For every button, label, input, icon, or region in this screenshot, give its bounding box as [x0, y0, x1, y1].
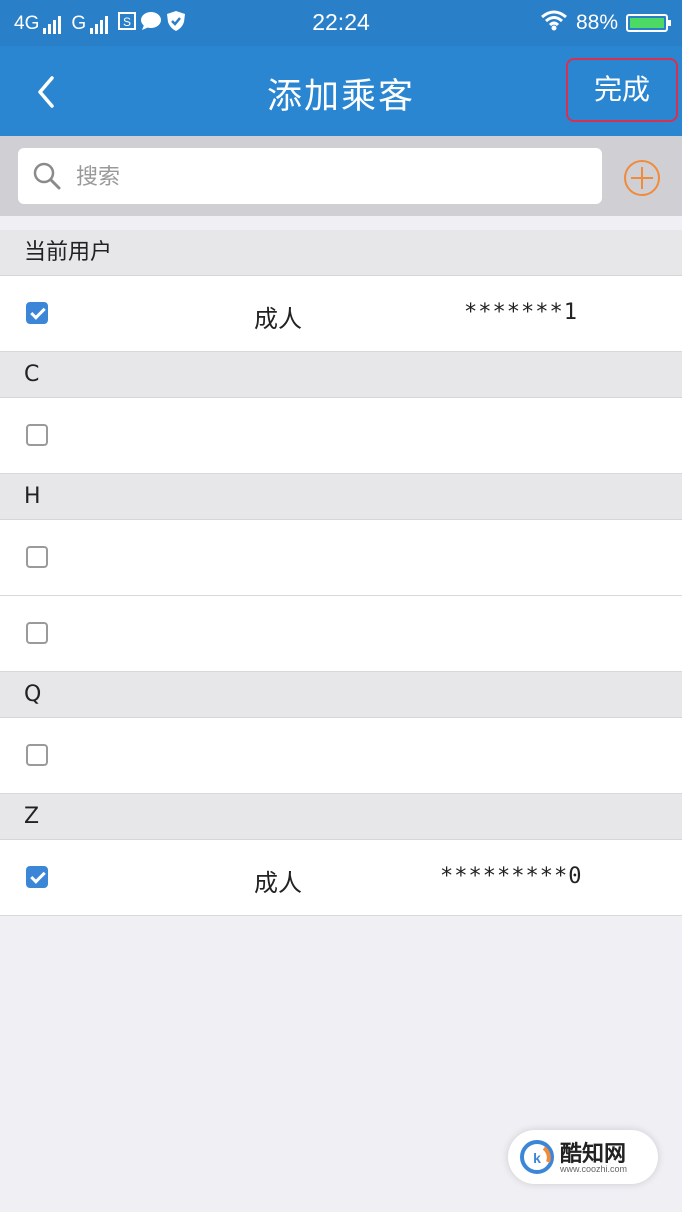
- search-bar: [0, 136, 682, 216]
- search-box[interactable]: [18, 148, 602, 204]
- section-header-current-user: 当前用户: [0, 230, 682, 276]
- done-button[interactable]: 完成: [566, 58, 678, 122]
- passenger-type: 成人: [254, 869, 302, 897]
- list-item[interactable]: [0, 398, 682, 474]
- nav-bar: 添加乘客 完成: [0, 46, 682, 136]
- checkbox-unchecked[interactable]: [26, 546, 48, 568]
- battery-icon: [626, 14, 671, 32]
- checkbox-unchecked[interactable]: [26, 424, 48, 446]
- passenger-id: *******1: [464, 300, 578, 325]
- battery-percent: 88%: [575, 11, 618, 34]
- watermark: k 酷知网 www.coozhi.com: [508, 1130, 658, 1184]
- list-item[interactable]: 成人 *********0: [0, 840, 682, 916]
- add-circle-icon[interactable]: [622, 158, 662, 198]
- passenger-id: *********0: [440, 864, 583, 889]
- svg-text:k: k: [533, 1150, 541, 1166]
- section-header-q: Q: [0, 672, 682, 718]
- coozhi-logo-icon: k: [520, 1140, 554, 1174]
- search-input[interactable]: [74, 158, 578, 196]
- checkbox-checked[interactable]: [26, 302, 48, 324]
- section-header-z: Z: [0, 794, 682, 840]
- checkbox-unchecked[interactable]: [26, 622, 48, 644]
- list-item[interactable]: [0, 718, 682, 794]
- passenger-type: 成人: [254, 305, 302, 333]
- status-right: 88%: [540, 9, 671, 37]
- list-item[interactable]: 成人 *******1: [0, 276, 682, 352]
- watermark-url: www.coozhi.com: [560, 1164, 628, 1174]
- list-item[interactable]: [0, 596, 682, 672]
- section-header-h: H: [0, 474, 682, 520]
- passenger-list: 当前用户 成人 *******1 C H Q Z 成人 *********0: [0, 230, 682, 916]
- status-bar: 4G G S 22:24 88%: [0, 0, 682, 46]
- section-header-c: C: [0, 352, 682, 398]
- wifi-icon: [540, 9, 568, 37]
- search-icon: [32, 161, 62, 191]
- checkbox-checked[interactable]: [26, 866, 48, 888]
- list-item[interactable]: [0, 520, 682, 596]
- checkbox-unchecked[interactable]: [26, 744, 48, 766]
